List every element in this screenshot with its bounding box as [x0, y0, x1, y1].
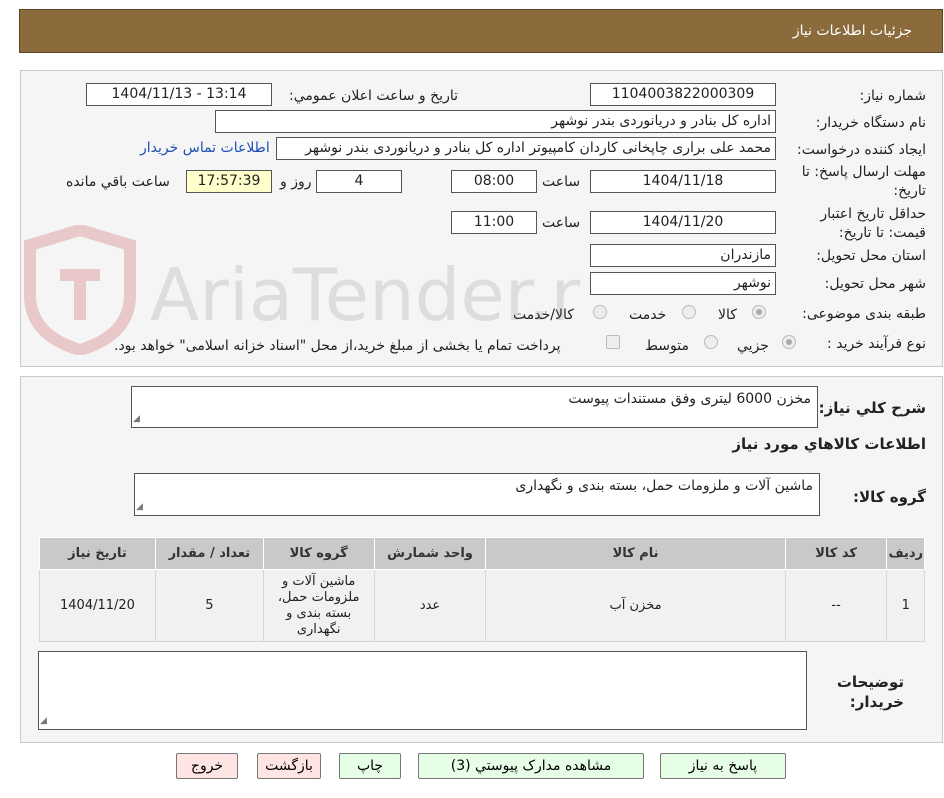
col-qty: تعداد / مقدار [154, 537, 264, 570]
summary-label: شرح کلي نیاز: [818, 399, 926, 417]
requester-field: محمد علی براری چاپخانی کاردان کامپیوتر ا… [276, 137, 776, 160]
process-medium-radio[interactable] [704, 335, 718, 349]
print-button[interactable]: چاپ [339, 753, 401, 779]
items-table-header: ردیف کد کالا نام کالا واحد شمارش گروه کا… [39, 537, 925, 570]
page-title: جزئیات اطلاعات نیاز [792, 23, 912, 39]
buyer-notes-label: توضیحات خریدار: [836, 673, 904, 711]
row-qty: 5 [154, 569, 264, 642]
announce-datetime-label: تاریخ و ساعت اعلان عمومي: [289, 88, 458, 104]
price-validity-label: حداقل تاریخ اعتبار قیمت: تا تاریخ: [820, 206, 926, 241]
summary-textarea[interactable]: مخزن 6000 لیتری وفق مستندات پیوست [131, 386, 818, 428]
row-unit: عدد [373, 569, 487, 642]
row-number: 1 [886, 569, 925, 642]
category-goods-service-label: کالا/خدمت [513, 307, 574, 323]
col-code: کد کالا [784, 537, 888, 570]
items-table: ردیف کد کالا نام کالا واحد شمارش گروه کا… [39, 537, 925, 642]
view-attachments-button[interactable]: مشاهده مدارک پیوستي (3) [418, 753, 644, 779]
price-validity-date: 1404/11/20 [590, 211, 776, 234]
treasury-payment-checkbox[interactable] [606, 335, 620, 349]
row-name: مخزن آب [485, 569, 786, 642]
process-label: نوع فرآیند خرید : [827, 336, 926, 352]
row-group: ماشین آلات و ملزومات حمل، بسته بندی و نگ… [262, 569, 375, 642]
exit-button[interactable]: خروج [176, 753, 238, 779]
table-row: 1 -- مخزن آب عدد ماشین آلات و ملزومات حم… [39, 569, 925, 642]
city-field: نوشهر [590, 272, 776, 295]
reply-days-label: روز و [280, 174, 312, 190]
requester-label: ایجاد کننده درخواست: [797, 142, 926, 158]
price-validity-time: 11:00 [451, 211, 537, 234]
col-date: تاریخ نیاز [39, 537, 156, 570]
goods-group-textarea[interactable]: ماشین آلات و ملزومات حمل، بسته بندی و نگ… [134, 473, 820, 516]
process-minor-label: جزیي [737, 338, 769, 354]
treasury-payment-note: پرداخت تمام یا بخشی از مبلغ خرید،از محل … [114, 338, 561, 354]
col-row: ردیف [886, 537, 925, 570]
col-name: نام کالا [485, 537, 786, 570]
reply-deadline-label: مهلت ارسال پاسخ: تا تاریخ: [801, 164, 926, 199]
items-section-title: اطلاعات کالاهاي مورد نیاز [732, 435, 926, 453]
need-number-label: شماره نیاز: [859, 88, 927, 104]
buyer-org-label: نام دستگاه خریدار: [815, 115, 926, 131]
category-goods-service-radio[interactable] [593, 305, 607, 319]
category-goods-radio[interactable] [752, 305, 766, 319]
remaining-time-label: ساعت باقي مانده [66, 174, 170, 190]
col-unit: واحد شمارش [373, 537, 487, 570]
row-code: -- [784, 569, 888, 642]
reply-deadline-time-label: ساعت [542, 174, 581, 190]
price-validity-time-label: ساعت [542, 215, 581, 231]
reply-days-field: 4 [316, 170, 402, 193]
buyer-contact-link[interactable]: اطلاعات تماس خریدار [140, 140, 270, 156]
notes-resize-icon: ◢ [40, 716, 47, 726]
page-header: جزئیات اطلاعات نیاز [19, 9, 943, 53]
col-group: گروه کالا [262, 537, 375, 570]
category-label: طبقه بندی موضوعی: [802, 306, 926, 322]
goods-group-label: گروه کالا: [853, 488, 926, 506]
need-number-field: 1104003822000309 [590, 83, 776, 106]
remaining-time-field: 17:57:39 [186, 170, 272, 193]
process-minor-radio[interactable] [782, 335, 796, 349]
row-date: 1404/11/20 [39, 569, 156, 642]
province-label: استان محل تحویل: [816, 248, 926, 264]
province-field: مازندران [590, 244, 776, 267]
category-goods-label: کالا [718, 307, 737, 323]
process-medium-label: متوسط [645, 338, 689, 354]
buyer-notes-textarea[interactable] [38, 651, 807, 730]
city-label: شهر محل تحویل: [824, 276, 926, 292]
buyer-org-field: اداره کل بنادر و دریانوردی بندر نوشهر [215, 110, 776, 133]
back-button[interactable]: بازگشت [257, 753, 321, 779]
reply-deadline-date: 1404/11/18 [590, 170, 776, 193]
category-service-radio[interactable] [682, 305, 696, 319]
reply-button[interactable]: پاسخ به نیاز [660, 753, 786, 779]
reply-deadline-time: 08:00 [451, 170, 537, 193]
category-service-label: خدمت [629, 307, 667, 323]
announce-datetime-field: 1404/11/13 - 13:14 [86, 83, 272, 106]
